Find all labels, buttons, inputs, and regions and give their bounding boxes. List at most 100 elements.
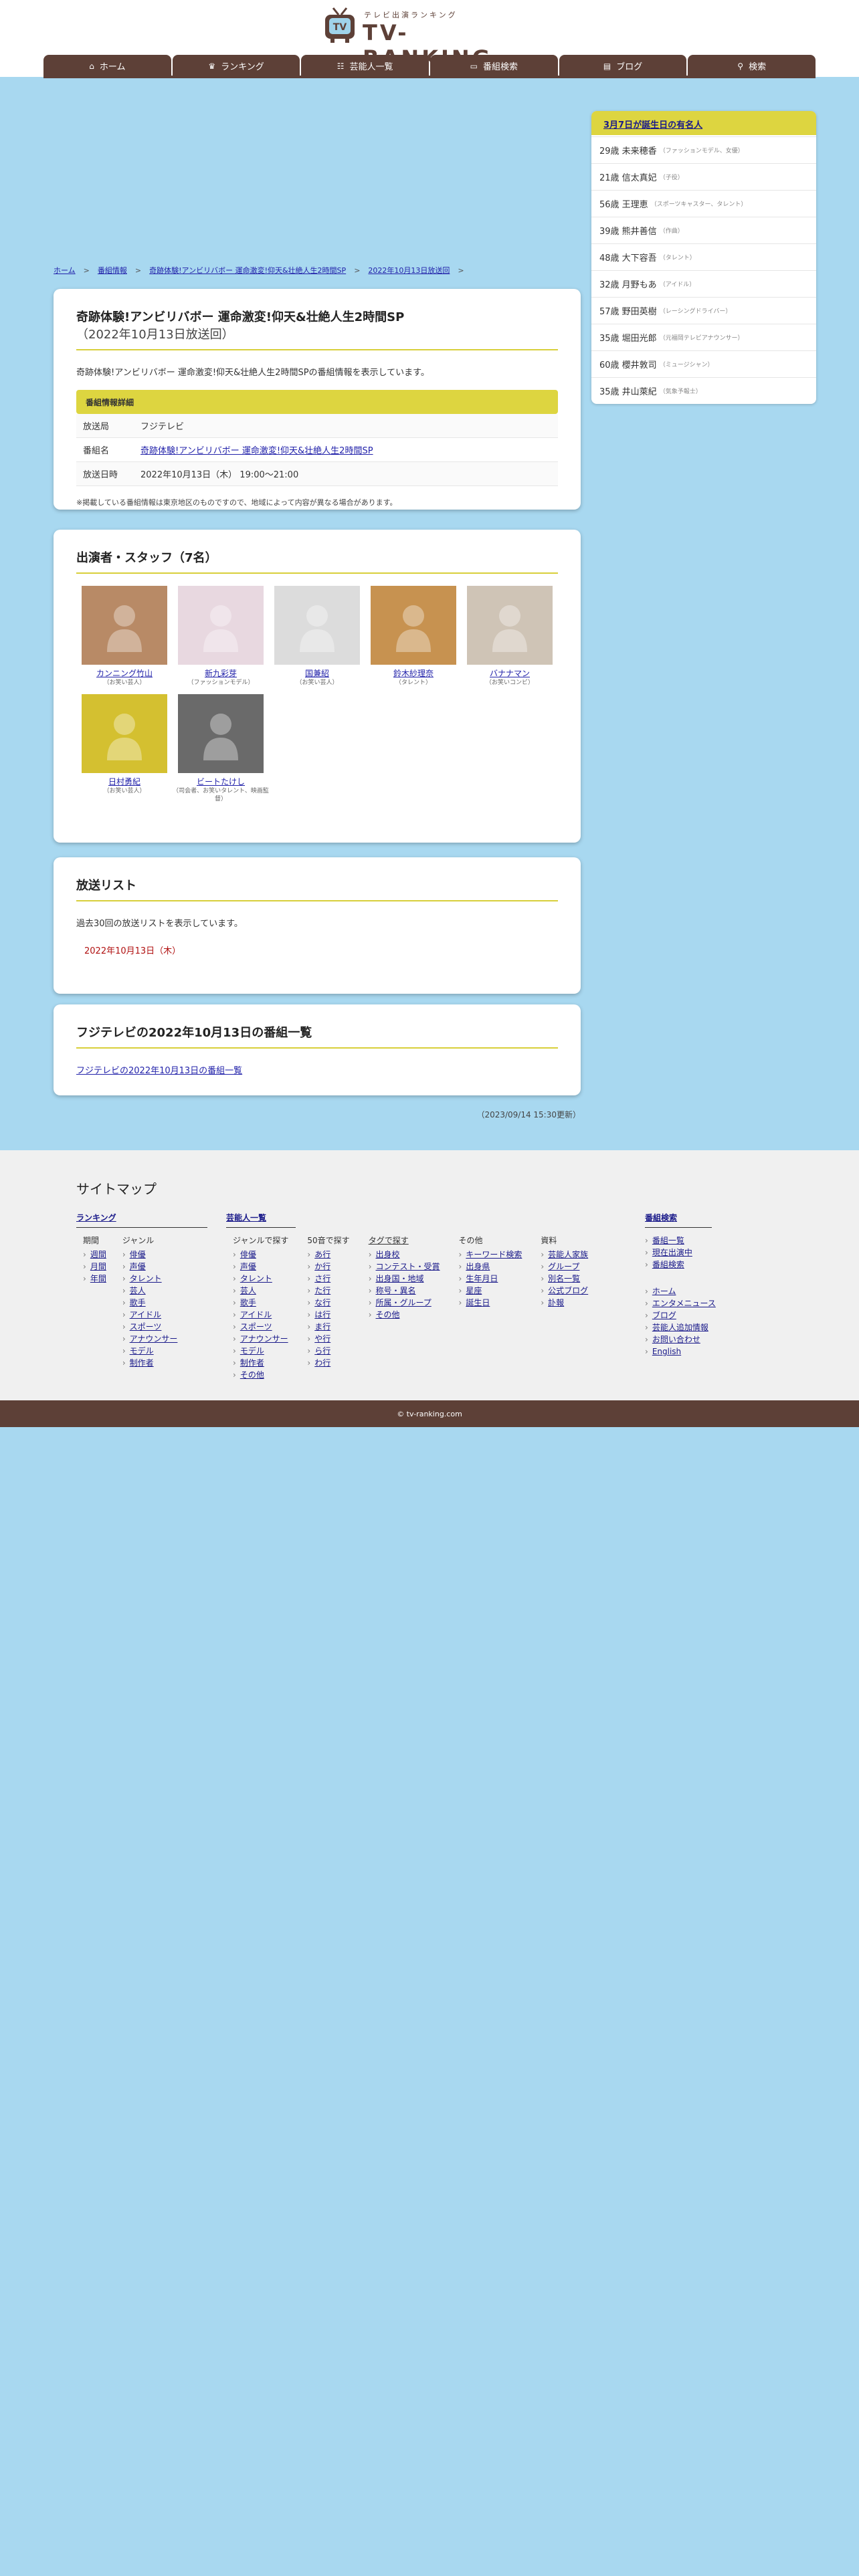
people-genre-item-link[interactable]: 歌手	[240, 1298, 256, 1307]
kana-item-link[interactable]: ま行	[314, 1322, 330, 1331]
sitemap-ranking-link[interactable]: ランキング	[76, 1213, 116, 1222]
people-genre-item-link[interactable]: 制作者	[240, 1358, 264, 1368]
cast-member[interactable]: カンニング竹山 （お笑い芸人）	[76, 586, 173, 687]
nav-program-search[interactable]: ▭ 番組検索	[430, 55, 558, 77]
sidebar-item[interactable]: 48歳 大下容吾 （タレント）	[591, 243, 816, 270]
site-link-item-link[interactable]: 芸能人追加情報	[652, 1323, 708, 1332]
kana-item-link[interactable]: や行	[314, 1334, 330, 1344]
ranking-genre-item-link[interactable]: スポーツ	[130, 1322, 162, 1331]
sidebar-item[interactable]: 56歳 王理恵 （スポーツキャスター、タレント）	[591, 190, 816, 217]
ranking-genre-item-link[interactable]: アイドル	[130, 1310, 161, 1319]
site-link-item-link[interactable]: ホーム	[652, 1287, 676, 1296]
ranking-genre-item-link[interactable]: 声優	[130, 1262, 146, 1271]
sidebar-item[interactable]: 39歳 熊井善信 （作曲）	[591, 217, 816, 243]
people-genre-item-link[interactable]: 俳優	[240, 1250, 256, 1259]
cast-photo[interactable]	[82, 586, 167, 665]
people-genre-item-link[interactable]: 声優	[240, 1262, 256, 1271]
misc-item-link[interactable]: 公式ブログ	[548, 1286, 588, 1295]
kana-item-link[interactable]: た行	[314, 1286, 330, 1295]
kana-item-link[interactable]: あ行	[314, 1250, 330, 1259]
cast-photo[interactable]	[178, 693, 264, 773]
ranking-genre-item-link[interactable]: モデル	[130, 1346, 154, 1356]
period-item-link[interactable]: 年間	[90, 1274, 106, 1283]
kana-item-link[interactable]: さ行	[314, 1274, 330, 1283]
nav-home[interactable]: ⌂ ホーム	[43, 55, 171, 77]
program-item-link[interactable]: 現在出演中	[652, 1248, 692, 1257]
site-logo[interactable]: TV テレビ出演ランキング TV-RANKING	[322, 7, 537, 71]
cast-name[interactable]: バナナマン	[490, 669, 530, 678]
people-genre-item-link[interactable]: その他	[240, 1370, 264, 1380]
site-link-item-link[interactable]: お問い合わせ	[652, 1335, 700, 1344]
nav-search[interactable]: ⚲ 検索	[688, 55, 816, 77]
tag-item-link[interactable]: 出身国・地域	[376, 1274, 424, 1283]
misc-item-link[interactable]: グループ	[548, 1262, 579, 1271]
people-genre-item-link[interactable]: アイドル	[240, 1310, 272, 1319]
cast-name[interactable]: ビートたけし	[197, 777, 245, 786]
other-item-link[interactable]: 生年月日	[466, 1274, 498, 1283]
cast-member[interactable]: 国兼紹 （お笑い芸人）	[269, 586, 365, 687]
other-item-link[interactable]: 誕生日	[466, 1298, 490, 1307]
cast-name[interactable]: カンニング竹山	[96, 669, 153, 678]
breadcrumb-broadcast[interactable]: 2022年10月13日放送回	[368, 266, 450, 275]
cast-photo[interactable]	[178, 586, 264, 665]
sidebar-item[interactable]: 32歳 月野もあ （アイドル）	[591, 270, 816, 297]
people-genre-item-link[interactable]: 芸人	[240, 1286, 256, 1295]
ranking-genre-item-link[interactable]: アナウンサー	[130, 1334, 178, 1344]
sidebar-item[interactable]: 35歳 堀田光郎 （元福岡テレビアナウンサー）	[591, 324, 816, 350]
broadcast-item[interactable]: 2022年10月13日（木）	[84, 944, 558, 956]
sidebar-item[interactable]: 57歳 野田英樹 （レーシングドライバー）	[591, 297, 816, 324]
ranking-genre-item-link[interactable]: 芸人	[130, 1286, 146, 1295]
sidebar-item[interactable]: 35歳 井山萊紀 （気象予報士）	[591, 377, 816, 404]
sitemap-people-link[interactable]: 芸能人一覧	[226, 1213, 266, 1222]
cast-name[interactable]: 国兼紹	[305, 669, 329, 678]
kana-item-link[interactable]: わ行	[314, 1358, 330, 1368]
cast-member[interactable]: バナナマン （お笑いコンビ）	[462, 586, 558, 687]
cast-name[interactable]: 新九彩芽	[205, 669, 237, 678]
other-item-link[interactable]: キーワード検索	[466, 1250, 522, 1259]
nav-ranking[interactable]: ♛ ランキング	[172, 55, 300, 77]
cast-name[interactable]: 鈴木紗理奈	[393, 669, 434, 678]
cast-member[interactable]: 新九彩芽 （ファッションモデル）	[173, 586, 269, 687]
sitemap-program-link[interactable]: 番組検索	[645, 1213, 677, 1222]
daily-programs-link[interactable]: フジテレビの2022年10月13日の番組一覧	[76, 1066, 242, 1076]
breadcrumb-program-info[interactable]: 番組情報	[98, 266, 127, 275]
period-item-link[interactable]: 月間	[90, 1262, 106, 1271]
cast-member[interactable]: ビートたけし （司会者、お笑いタレント、映画監督）	[173, 693, 269, 804]
tag-item-link[interactable]: その他	[376, 1310, 400, 1319]
sidebar-title-link[interactable]: 3月7日が誕生日の有名人	[603, 120, 702, 130]
other-item-link[interactable]: 星座	[466, 1286, 482, 1295]
breadcrumb-home[interactable]: ホーム	[54, 266, 76, 275]
tag-item-link[interactable]: 出身校	[376, 1250, 400, 1259]
breadcrumb-program[interactable]: 奇跡体験!アンビリバボー 運命激変!仰天&壮絶人生2時間SP	[149, 266, 346, 275]
cast-member[interactable]: 日村勇紀 （お笑い芸人）	[76, 693, 173, 804]
kana-item-link[interactable]: な行	[314, 1298, 330, 1307]
tag-heading[interactable]: タグで探す	[369, 1235, 440, 1246]
nav-people[interactable]: ☷ 芸能人一覧	[301, 55, 430, 77]
tag-item-link[interactable]: 所属・グループ	[376, 1298, 432, 1307]
sidebar-item[interactable]: 29歳 未来穂香 （ファッションモデル、女優）	[591, 136, 816, 163]
program-item-link[interactable]: 番組一覧	[652, 1236, 684, 1245]
period-item-link[interactable]: 週間	[90, 1250, 106, 1259]
site-link-item-link[interactable]: ブログ	[652, 1311, 676, 1320]
cast-photo[interactable]	[274, 586, 360, 665]
kana-item-link[interactable]: か行	[314, 1262, 330, 1271]
cast-name[interactable]: 日村勇紀	[108, 777, 140, 786]
cast-member[interactable]: 鈴木紗理奈 （タレント）	[365, 586, 462, 687]
other-item-link[interactable]: 出身県	[466, 1262, 490, 1271]
cast-photo[interactable]	[371, 586, 456, 665]
misc-item-link[interactable]: 別名一覧	[548, 1274, 580, 1283]
ranking-genre-item-link[interactable]: タレント	[130, 1274, 162, 1283]
site-link-item-link[interactable]: エンタメニュース	[652, 1299, 716, 1308]
people-genre-item-link[interactable]: アナウンサー	[240, 1334, 288, 1344]
misc-item-link[interactable]: 芸能人家族	[548, 1250, 588, 1259]
tag-item-link[interactable]: 称号・異名	[376, 1286, 416, 1295]
sidebar-item[interactable]: 21歳 信太真妃 （子役）	[591, 163, 816, 190]
cast-photo[interactable]	[467, 586, 553, 665]
ranking-genre-item-link[interactable]: 制作者	[130, 1358, 154, 1368]
program-item-link[interactable]: 番組検索	[652, 1260, 684, 1269]
site-link-item-link[interactable]: English	[652, 1347, 681, 1356]
ranking-genre-item-link[interactable]: 歌手	[130, 1298, 146, 1307]
people-genre-item-link[interactable]: スポーツ	[240, 1322, 272, 1331]
people-genre-item-link[interactable]: タレント	[240, 1274, 272, 1283]
misc-item-link[interactable]: 訃報	[548, 1298, 564, 1307]
